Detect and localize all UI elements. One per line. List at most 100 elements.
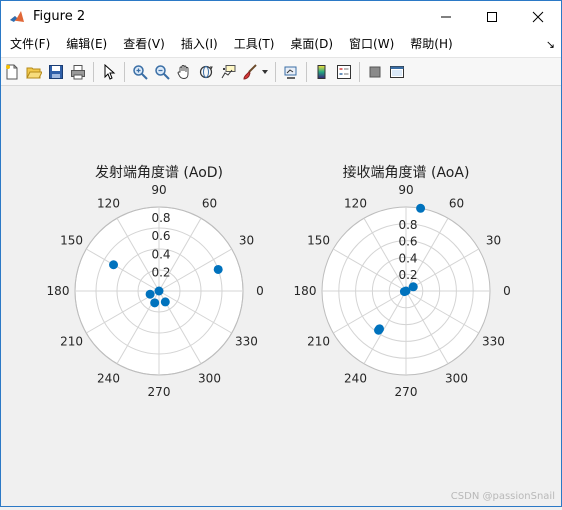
data-point[interactable]: [213, 264, 223, 274]
angle-tick-label: 210: [307, 335, 330, 349]
menu-help[interactable]: 帮助(H): [402, 32, 460, 57]
legend-icon: [337, 64, 351, 79]
toolbar-separator: [93, 61, 94, 82]
watermark: CSDN @passionSnail: [450, 491, 555, 502]
menu-insert[interactable]: 插入(I): [173, 32, 226, 57]
angle-tick-label: 240: [344, 371, 367, 385]
brush-icon: [243, 63, 257, 80]
pointer-button[interactable]: [99, 62, 119, 82]
hide-plot-tools-icon: [369, 66, 381, 77]
angle-tick-label: 60: [449, 197, 464, 211]
angle-tick-label: 270: [148, 385, 171, 399]
minimize-button[interactable]: [423, 1, 469, 32]
hide-plot-tools-button[interactable]: [365, 62, 385, 82]
matlab-icon: [10, 10, 24, 22]
chevron-down-icon: [262, 69, 268, 74]
title-bar: Figure 2: [1, 1, 561, 32]
data-point[interactable]: [399, 287, 409, 297]
data-point[interactable]: [160, 297, 170, 307]
menu-desktop[interactable]: 桌面(D): [282, 32, 341, 57]
angle-tick-label: 300: [445, 371, 468, 385]
angle-tick-label: 210: [60, 335, 83, 349]
data-point[interactable]: [150, 298, 160, 308]
new-figure-button[interactable]: [2, 62, 22, 82]
zoom-out-button[interactable]: [152, 62, 172, 82]
new-figure-icon: [6, 64, 18, 79]
radial-tick-label: 0.4: [151, 247, 170, 261]
brush-button[interactable]: [240, 62, 260, 82]
figure-canvas[interactable]: 0 30 60 90 120 150 180 210 240 270 300 330 0.2 0.4 0.6…: [1, 86, 561, 506]
angle-tick-label: 300: [198, 371, 221, 385]
angle-tick-label: 330: [235, 335, 258, 349]
polar-axes-aoa[interactable]: 0 30 60 90 120 150 180 210 240 270 300 330 0.2 0.4 0.6…: [294, 164, 511, 399]
window-title: Figure 2: [33, 9, 86, 24]
show-plot-tools-button[interactable]: [387, 62, 407, 82]
colorbar-icon: [317, 64, 326, 79]
legend-button[interactable]: [334, 62, 354, 82]
menu-file[interactable]: 文件(F): [1, 32, 58, 57]
radial-tick-label: 0.4: [398, 251, 417, 265]
print-button[interactable]: [68, 62, 88, 82]
maximize-button[interactable]: [469, 1, 515, 32]
pan-hand-icon: [177, 64, 189, 79]
data-point[interactable]: [109, 260, 119, 270]
data-point[interactable]: [416, 203, 426, 213]
plot-title: 接收端角度谱 (AoA): [343, 164, 470, 181]
figure-window: Figure 2 文件(F) 编辑(E) 查看(V) 插入(I) 工具(T) 桌…: [0, 0, 562, 507]
angle-tick-label: 150: [307, 234, 330, 248]
save-button[interactable]: [46, 62, 66, 82]
angle-tick-label: 30: [486, 234, 501, 248]
data-point[interactable]: [408, 282, 418, 292]
angle-tick-label: 60: [202, 197, 217, 211]
save-icon: [49, 64, 63, 79]
pointer-icon: [104, 63, 116, 80]
plot-title: 发射端角度谱 (AoD): [95, 165, 223, 181]
radial-tick-label: 0.2: [151, 266, 170, 280]
rotate-3d-button[interactable]: [196, 62, 216, 82]
close-button[interactable]: [515, 1, 561, 32]
colorbar-button[interactable]: [312, 62, 332, 82]
angle-tick-label: 270: [395, 385, 418, 399]
angle-tick-label: 120: [97, 197, 120, 211]
menu-edit[interactable]: 编辑(E): [58, 32, 115, 57]
print-icon: [71, 64, 85, 79]
brush-dropdown-button[interactable]: [261, 62, 269, 82]
rotate-3d-icon: [199, 65, 213, 78]
radial-tick-label: 0.6: [151, 229, 170, 243]
angle-tick-label: 90: [398, 183, 413, 197]
show-plot-tools-icon: [390, 65, 404, 78]
pan-button[interactable]: [174, 62, 194, 82]
figure-toolbar: [1, 57, 561, 86]
menu-window[interactable]: 窗口(W): [341, 32, 402, 57]
zoom-in-button[interactable]: [130, 62, 150, 82]
angle-tick-label: 0: [503, 284, 511, 298]
zoom-out-icon: [155, 64, 170, 80]
angle-tick-label: 180: [47, 284, 70, 298]
angle-tick-label: 180: [294, 284, 317, 298]
data-cursor-button[interactable]: [218, 62, 238, 82]
angle-tick-label: 90: [151, 183, 166, 197]
data-point[interactable]: [154, 286, 164, 296]
menu-tools[interactable]: 工具(T): [226, 32, 283, 57]
minimize-icon: [441, 16, 451, 17]
menu-view[interactable]: 查看(V): [115, 32, 173, 57]
toolbar-separator: [306, 61, 307, 82]
open-file-icon: [26, 67, 42, 78]
maximize-icon: [487, 11, 497, 22]
link-plot-button[interactable]: [281, 62, 301, 82]
data-point[interactable]: [145, 289, 155, 299]
radial-tick-label: 0.8: [398, 218, 417, 232]
angle-tick-label: 240: [97, 371, 120, 385]
menu-overflow-icon[interactable]: ↘: [546, 32, 555, 57]
angle-tick-label: 0: [256, 284, 264, 298]
angle-tick-label: 30: [239, 234, 254, 248]
figure-svg: 03060901201501802102402703003300.20.40.6…: [47, 164, 511, 399]
polar-axes-aod[interactable]: 0 30 60 90 120 150 180 210 240 270 300 330 0.2 0.4 0.6…: [47, 165, 264, 399]
close-icon: [532, 11, 544, 22]
data-point[interactable]: [375, 324, 385, 334]
open-file-button[interactable]: [24, 62, 44, 82]
zoom-in-icon: [133, 64, 148, 80]
radial-tick-label: 0.6: [398, 235, 417, 249]
data-cursor-icon: [221, 64, 236, 78]
toolbar-separator: [275, 61, 276, 82]
